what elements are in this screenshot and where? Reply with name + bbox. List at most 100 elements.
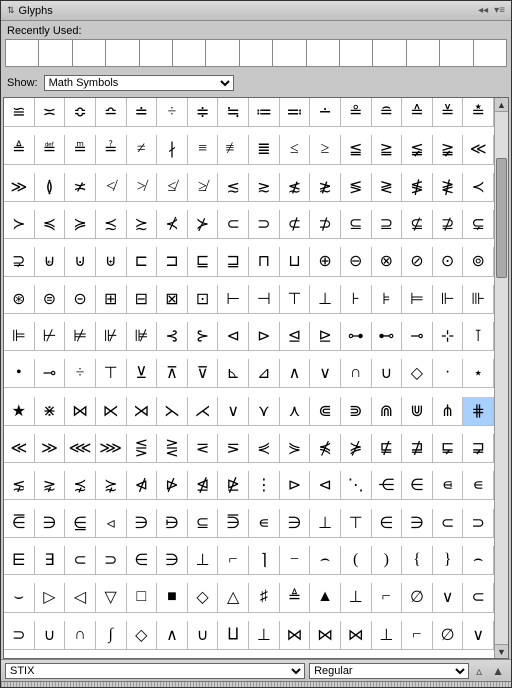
glyph-cell[interactable]: ⊯ xyxy=(127,322,158,351)
glyph-cell[interactable]: ⋕ xyxy=(463,397,494,426)
glyph-cell[interactable]: ⋈ xyxy=(65,397,96,426)
glyph-cell[interactable]: ⌐ xyxy=(402,621,433,650)
glyph-cell[interactable]: ≸ xyxy=(402,173,433,202)
glyph-cell[interactable]: ♯ xyxy=(249,583,280,612)
glyph-cell[interactable]: ⋠ xyxy=(310,434,341,463)
collapse-icon[interactable]: ◂◂ xyxy=(478,5,488,16)
glyph-cell[interactable]: ≿ xyxy=(127,210,158,239)
glyph-cell[interactable]: ⋱ xyxy=(341,471,372,500)
glyph-cell[interactable]: ⊿ xyxy=(249,359,280,388)
glyph-cell[interactable]: ⨿ xyxy=(218,621,249,650)
glyph-cell[interactable]: ⊺ xyxy=(463,322,494,351)
glyph-cell[interactable]: ◇ xyxy=(127,621,158,650)
glyph-cell[interactable]: ∙ xyxy=(433,359,464,388)
glyph-cell[interactable]: ⌢ xyxy=(463,546,494,575)
glyph-cell[interactable]: ⋑ xyxy=(341,397,372,426)
glyph-cell[interactable]: ⊬ xyxy=(35,322,66,351)
glyph-cell[interactable]: ⊕ xyxy=(310,247,341,276)
glyph-cell[interactable]: ∨ xyxy=(433,583,464,612)
glyph-cell[interactable]: ⊑ xyxy=(188,247,219,276)
glyph-cell[interactable]: ⊏ xyxy=(127,247,158,276)
glyph-cell[interactable]: ≴ xyxy=(280,173,311,202)
glyph-cell[interactable]: } xyxy=(433,546,464,575)
glyph-cell[interactable]: ∨ xyxy=(310,359,341,388)
glyph-cell[interactable]: ⋭ xyxy=(218,471,249,500)
glyph-cell[interactable]: ⊗ xyxy=(372,247,403,276)
glyph-cell[interactable]: ⊟ xyxy=(127,285,158,314)
glyph-cell[interactable]: ⊤ xyxy=(96,359,127,388)
glyph-cell[interactable]: ⊮ xyxy=(96,322,127,351)
glyph-cell[interactable]: ▲ xyxy=(310,583,341,612)
glyph-cell[interactable]: ∅ xyxy=(402,583,433,612)
glyph-cell[interactable]: ⊶ xyxy=(341,322,372,351)
glyph-cell[interactable]: ⋒ xyxy=(372,397,403,426)
glyph-cell[interactable]: ⋐ xyxy=(310,397,341,426)
glyph-cell[interactable]: ≜ xyxy=(280,583,311,612)
glyph-cell[interactable]: ◃ xyxy=(96,509,127,538)
glyph-cell[interactable]: ≬ xyxy=(35,173,66,202)
glyph-cell[interactable]: ∤ xyxy=(157,135,188,164)
glyph-cell[interactable]: ≳ xyxy=(249,173,280,202)
glyph-cell[interactable]: ⌐ xyxy=(218,546,249,575)
zoom-out-icon[interactable]: ▵ xyxy=(473,664,485,678)
glyph-cell[interactable]: ⊪ xyxy=(463,285,494,314)
glyph-cell[interactable]: ⊲ xyxy=(310,471,341,500)
glyph-cell[interactable]: ∩ xyxy=(65,621,96,650)
glyph-cell[interactable]: ⋈ xyxy=(341,621,372,650)
recent-slot[interactable] xyxy=(273,39,306,67)
glyph-cell[interactable]: ⋛ xyxy=(157,434,188,463)
glyph-cell[interactable]: ⋙ xyxy=(96,434,127,463)
glyph-cell[interactable]: □ xyxy=(127,583,158,612)
glyph-cell[interactable]: ( xyxy=(341,546,372,575)
glyph-cell[interactable]: ⊫ xyxy=(4,322,35,351)
glyph-cell[interactable]: ⊃ xyxy=(249,210,280,239)
glyph-cell[interactable]: ≪ xyxy=(463,135,494,164)
glyph-cell[interactable]: ⋜ xyxy=(188,434,219,463)
glyph-cell[interactable]: ⊛ xyxy=(4,285,35,314)
glyph-cell[interactable]: ≵ xyxy=(310,173,341,202)
glyph-cell[interactable]: ⊳ xyxy=(280,471,311,500)
show-select[interactable]: Math Symbols xyxy=(44,75,234,91)
glyph-cell[interactable]: ⊽ xyxy=(188,359,219,388)
glyph-cell[interactable]: ≫ xyxy=(4,173,35,202)
glyph-cell[interactable]: ⋈ xyxy=(280,621,311,650)
glyph-cell[interactable]: ≐ xyxy=(127,98,158,127)
glyph-cell[interactable]: ⋪ xyxy=(127,471,158,500)
glyph-cell[interactable]: ≍ xyxy=(35,98,66,127)
glyph-cell[interactable]: ⊘ xyxy=(402,247,433,276)
glyph-cell[interactable]: ⋟ xyxy=(280,434,311,463)
glyph-cell[interactable]: ⋽ xyxy=(218,509,249,538)
glyph-cell[interactable]: ⊸ xyxy=(35,359,66,388)
glyph-cell[interactable]: ⋚ xyxy=(127,434,158,463)
glyph-cell[interactable]: ⋋ xyxy=(157,397,188,426)
recent-slot[interactable] xyxy=(373,39,406,67)
glyph-cell[interactable]: ⊰ xyxy=(157,322,188,351)
glyph-cell[interactable]: { xyxy=(402,546,433,575)
glyph-cell[interactable]: △ xyxy=(218,583,249,612)
glyph-cell[interactable]: ⊁ xyxy=(188,210,219,239)
glyph-cell[interactable]: ⊌ xyxy=(35,247,66,276)
glyph-cell[interactable]: ⊸ xyxy=(402,322,433,351)
glyph-cell[interactable]: ⋢ xyxy=(372,434,403,463)
glyph-cell[interactable]: ⋌ xyxy=(188,397,219,426)
glyph-cell[interactable]: ∋ xyxy=(35,509,66,538)
glyph-cell[interactable]: ≑ xyxy=(188,98,219,127)
scroll-thumb[interactable] xyxy=(496,158,507,278)
glyph-cell[interactable]: ≻ xyxy=(4,210,35,239)
glyph-cell[interactable]: ⊃ xyxy=(96,546,127,575)
glyph-cell[interactable]: ⊞ xyxy=(96,285,127,314)
glyph-cell[interactable]: ≭ xyxy=(65,173,96,202)
glyph-cell[interactable]: ≕ xyxy=(280,98,311,127)
glyph-cell[interactable]: ⊀ xyxy=(157,210,188,239)
glyph-cell[interactable]: ⋆ xyxy=(463,359,494,388)
recent-slot[interactable] xyxy=(173,39,206,67)
recent-slot[interactable] xyxy=(39,39,72,67)
glyph-cell[interactable]: ≗ xyxy=(341,98,372,127)
glyph-cell[interactable]: ⊚ xyxy=(463,247,494,276)
glyph-cell[interactable]: ⋨ xyxy=(65,471,96,500)
glyph-cell[interactable]: ⊜ xyxy=(35,285,66,314)
glyph-cell[interactable]: ≜ xyxy=(4,135,35,164)
glyph-cell[interactable]: ⋔ xyxy=(433,397,464,426)
glyph-cell[interactable]: ÷ xyxy=(157,98,188,127)
glyph-cell[interactable]: ≌ xyxy=(4,98,35,127)
